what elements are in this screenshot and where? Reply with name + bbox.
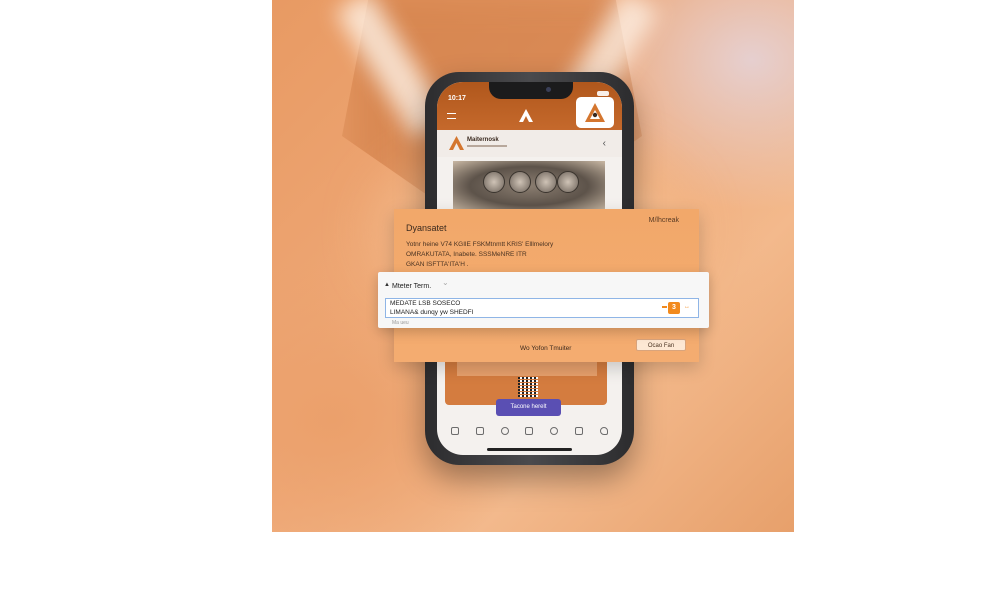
wallet-icon[interactable] xyxy=(476,427,485,435)
account-icon[interactable] xyxy=(550,427,559,435)
profile-icon[interactable] xyxy=(451,427,460,435)
music-icon[interactable] xyxy=(599,427,608,435)
term-input-field[interactable]: MEDATE LSB SOSECO LIMANA& dunqy yw SHEDF… xyxy=(385,298,699,318)
brand-row: Maiternosk ‹ xyxy=(437,130,622,157)
chat-icon[interactable] xyxy=(574,427,583,435)
field-line: LIMANA& dunqy yw SHEDFI xyxy=(390,309,474,316)
brand-tagline xyxy=(467,145,507,147)
panel-brand: M/lhcreak xyxy=(648,217,679,224)
home-indicator xyxy=(487,448,572,451)
arrow-right-icon[interactable]: ↔ xyxy=(684,304,690,310)
caret-icon[interactable]: ▲ xyxy=(384,282,390,288)
coin-image xyxy=(557,171,579,193)
battery-icon xyxy=(597,91,609,96)
coin-image xyxy=(483,171,505,193)
field-line: MEDATE LSB SOSECO xyxy=(390,300,461,307)
app-logo-icon xyxy=(519,109,533,122)
panel-link[interactable]: Wo Yofon Tmuiter xyxy=(520,345,571,352)
panel-action-button[interactable]: Ocao Fan xyxy=(636,339,686,351)
coin-image xyxy=(535,171,557,193)
brand-logo-icon xyxy=(449,136,464,150)
chevron-down-icon[interactable]: ⌄ xyxy=(442,278,449,287)
brand-name: Maiternosk xyxy=(467,137,499,143)
dialog-title: Mteter Term. xyxy=(392,283,432,290)
phone-notch xyxy=(489,82,573,99)
coin-image xyxy=(509,171,531,193)
home-icon[interactable] xyxy=(525,427,534,435)
app-header: 10:17 xyxy=(437,82,622,130)
count-badge[interactable]: 3 xyxy=(668,302,680,314)
panel-body-text: Yotnr heine V74 KGIlE FSKMtnmtt KRIS' El… xyxy=(406,241,554,268)
field-hint: Ma ueu xyxy=(392,320,409,326)
term-dialog: ▲ Mteter Term. ⌄ MEDATE LSB SOSECO LIMAN… xyxy=(378,272,709,328)
brand-badge-icon[interactable] xyxy=(576,97,614,128)
status-time: 10:17 xyxy=(448,95,466,102)
phone-cta-button[interactable]: Tacone herelt xyxy=(496,399,561,416)
arrow-left-icon xyxy=(662,306,667,308)
location-icon[interactable] xyxy=(500,427,509,435)
qr-code-icon xyxy=(518,377,538,397)
product-photo xyxy=(453,161,605,211)
menu-icon[interactable] xyxy=(447,113,456,119)
panel-title: Dyansatet xyxy=(406,223,447,233)
tab-bar xyxy=(437,420,622,442)
chevron-left-icon[interactable]: ‹ xyxy=(603,138,606,149)
